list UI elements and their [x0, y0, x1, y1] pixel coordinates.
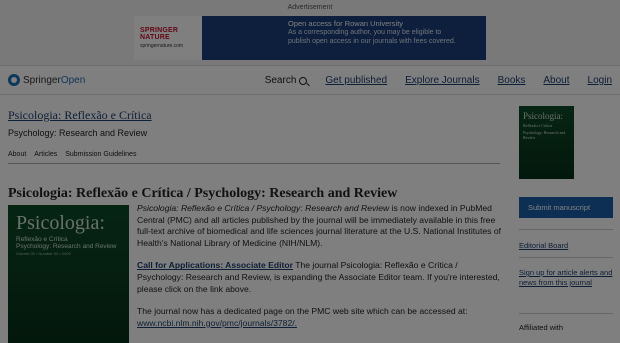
divider	[8, 163, 500, 164]
ad-line1: Open access for Rowan University	[288, 19, 404, 28]
divider	[519, 313, 613, 314]
books-link[interactable]: Books	[498, 75, 526, 86]
journal-description: Psicologia: Reflexão e Crítica / Psychol…	[137, 203, 501, 340]
journal-tabs: About Articles Submission Guidelines	[8, 151, 136, 158]
page-title: Psicologia: Reflexão e Crítica / Psychol…	[8, 186, 398, 201]
springer-open-logo[interactable]: SpringerOpen	[8, 74, 85, 86]
p3-text: The journal now has a dedicated page on …	[137, 306, 468, 317]
cover-sub2: Psychology: Research and Review	[16, 243, 117, 250]
ad-line3: publish open access in our journals with…	[288, 38, 456, 45]
paragraph-call: Call for Applications: Associate Editor …	[137, 260, 501, 295]
editorial-board-link[interactable]: Editorial Board	[519, 241, 613, 251]
get-published-link[interactable]: Get published	[325, 75, 387, 86]
cover-title: Psicologia:	[16, 212, 105, 234]
login-link[interactable]: Login	[588, 75, 612, 86]
main-nav: Search Get published Explore Journals Bo…	[265, 75, 612, 86]
call-for-applications-link[interactable]: Call for Applications: Associate Editor	[137, 260, 293, 270]
ad-line2: As a corresponding author, you may be el…	[288, 29, 442, 36]
cover-thumb-title: Psicologia:	[523, 111, 563, 121]
site-header: SpringerOpen Search Get published Explor…	[0, 67, 620, 95]
cover-sub3: Volume 00 • Number 00 • 0000	[16, 251, 71, 256]
journal-name-italic: Psicologia: Reflexão e Crítica / Psychol…	[137, 203, 390, 213]
journal-cover-image: Psicologia: Reflexão e Crítica Psycholog…	[8, 205, 129, 343]
article-alerts-link[interactable]: Sign up for article alerts and news from…	[519, 268, 613, 288]
cover-thumb-sub1: Reflexão e Crítica	[523, 123, 553, 128]
paragraph-pmc-page: The journal now has a dedicated page on …	[137, 306, 501, 329]
logo-suffix: Open	[60, 74, 86, 86]
ad-banner[interactable]: SPRINGER NATURE springernature.com Open …	[134, 16, 486, 60]
pmc-link[interactable]: www.ncbi.nlm.nih.gov/pmc/journals/3782/.	[137, 318, 297, 328]
tab-articles[interactable]: Articles	[34, 151, 57, 158]
ad-message: Open access for Rowan University As a co…	[202, 16, 486, 60]
paragraph-pmc: Psicologia: Reflexão e Crítica / Psychol…	[137, 203, 501, 249]
ad-label: Advertisement	[287, 4, 333, 11]
divider	[519, 257, 613, 258]
journal-subtitle: Psychology: Research and Review	[8, 128, 148, 138]
submit-manuscript-button[interactable]: Submit manuscript	[519, 197, 613, 218]
ad-site: springernature.com	[140, 43, 184, 49]
springer-nature-logo: SPRINGER NATURE springernature.com	[134, 16, 202, 60]
affiliated-heading: Affiliated with	[519, 323, 564, 332]
tab-about[interactable]: About	[8, 151, 26, 158]
tab-submission-guidelines[interactable]: Submission Guidelines	[65, 151, 136, 158]
springer-logo-icon	[8, 74, 20, 86]
advertisement-strip: Advertisement SPRINGER NATURE springerna…	[0, 0, 620, 66]
search-link[interactable]: Search	[265, 75, 308, 86]
divider	[519, 229, 613, 230]
journal-title-link[interactable]: Psicologia: Reflexão e Crítica	[8, 108, 152, 123]
journal-cover-thumbnail[interactable]: Psicologia: Reflexão e Crítica Psycholog…	[519, 106, 574, 179]
search-icon	[299, 76, 308, 85]
explore-journals-link[interactable]: Explore Journals	[405, 75, 479, 86]
search-label: Search	[264, 75, 297, 86]
logo-prefix: Springer	[23, 74, 61, 86]
ad-brand: SPRINGER NATURE	[140, 27, 179, 41]
about-link[interactable]: About	[543, 75, 569, 86]
cover-thumb-sub2: Psychology: Research and Review	[523, 130, 566, 140]
cover-sub1: Reflexão e Crítica	[16, 236, 68, 243]
